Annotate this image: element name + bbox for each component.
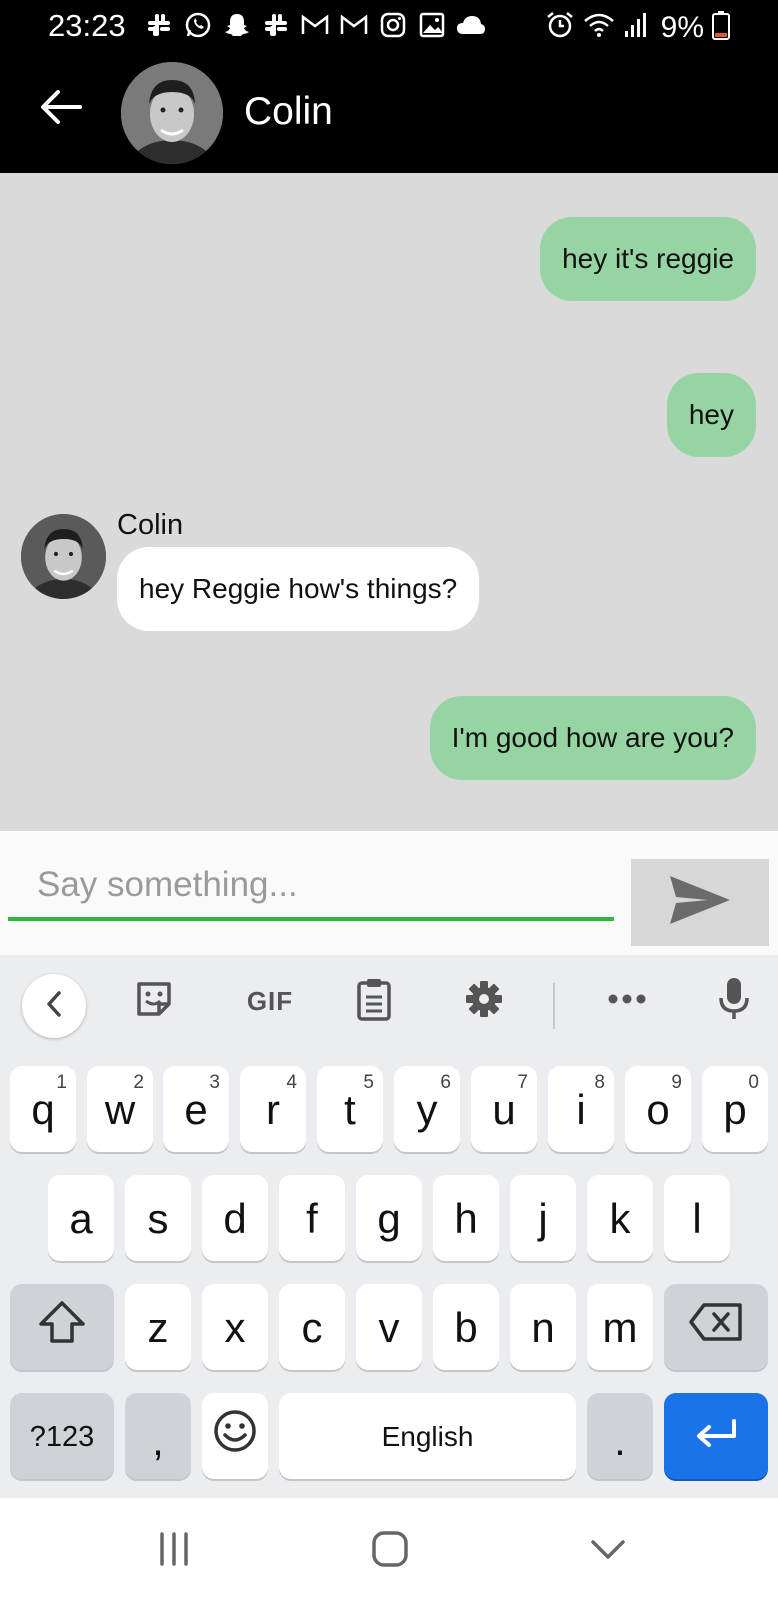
key-l[interactable]: l bbox=[664, 1175, 730, 1261]
clipboard-button[interactable] bbox=[342, 969, 406, 1033]
key-y[interactable]: y6 bbox=[394, 1066, 460, 1152]
key-q[interactable]: q1 bbox=[10, 1066, 76, 1152]
whatsapp-icon bbox=[183, 10, 213, 40]
enter-key[interactable] bbox=[664, 1393, 768, 1479]
keyboard-toolbar: GIF bbox=[0, 955, 778, 1053]
key-d[interactable]: d bbox=[202, 1175, 268, 1261]
gmail-icon bbox=[300, 10, 330, 40]
arrow-left-icon bbox=[40, 89, 82, 130]
alarm-icon bbox=[545, 10, 575, 45]
backspace-key[interactable] bbox=[664, 1284, 768, 1370]
sticker-icon bbox=[134, 979, 174, 1024]
symbols-key[interactable]: ?123 bbox=[10, 1393, 114, 1479]
back-button[interactable] bbox=[36, 84, 86, 134]
on-screen-keyboard: GIF q1 w2 e3 r4 t5 y6 u7 i8 o9 p 0 a s d… bbox=[0, 955, 778, 1498]
key-p[interactable]: p0 bbox=[702, 1066, 768, 1152]
gmail-icon bbox=[339, 10, 369, 40]
key-c[interactable]: c bbox=[279, 1284, 345, 1370]
backspace-icon bbox=[688, 1302, 744, 1352]
message-sender-name: Colin bbox=[117, 509, 184, 541]
wifi-icon bbox=[583, 11, 615, 44]
gif-button[interactable]: GIF bbox=[230, 969, 310, 1033]
key-j[interactable]: j bbox=[510, 1175, 576, 1261]
period-key[interactable]: . bbox=[587, 1393, 653, 1479]
key-s[interactable]: s bbox=[125, 1175, 191, 1261]
system-icons: 9% bbox=[545, 10, 730, 45]
shift-icon bbox=[37, 1300, 87, 1354]
notification-icons bbox=[144, 10, 486, 40]
comma-key[interactable]: , bbox=[125, 1393, 191, 1479]
chevron-left-icon bbox=[43, 989, 65, 1024]
enter-icon bbox=[692, 1412, 740, 1460]
key-v[interactable]: v bbox=[356, 1284, 422, 1370]
recent-apps-icon bbox=[154, 1531, 194, 1572]
key-o[interactable]: o9 bbox=[625, 1066, 691, 1152]
key-a[interactable]: a bbox=[48, 1175, 114, 1261]
key-e[interactable]: e3 bbox=[163, 1066, 229, 1152]
slack-icon bbox=[261, 10, 291, 40]
key-u[interactable]: u7 bbox=[471, 1066, 537, 1152]
signal-icon bbox=[623, 11, 649, 44]
battery-icon bbox=[712, 10, 730, 45]
shift-key[interactable] bbox=[10, 1284, 114, 1370]
key-z[interactable]: z bbox=[125, 1284, 191, 1370]
key-i[interactable]: i8 bbox=[548, 1066, 614, 1152]
message-composer bbox=[0, 831, 778, 955]
emoji-icon bbox=[213, 1409, 257, 1463]
keyboard-settings-button[interactable] bbox=[452, 969, 516, 1033]
toolbar-divider bbox=[553, 983, 555, 1029]
chat-header: Colin bbox=[0, 54, 778, 173]
cloud-icon bbox=[456, 10, 486, 40]
instagram-icon bbox=[378, 10, 408, 40]
sender-avatar[interactable] bbox=[21, 514, 106, 599]
message-bubble-incoming[interactable]: hey Reggie how's things? bbox=[117, 547, 480, 631]
home-icon bbox=[370, 1529, 410, 1574]
key-m[interactable]: m bbox=[587, 1284, 653, 1370]
key-b[interactable]: b bbox=[433, 1284, 499, 1370]
voice-input-button[interactable] bbox=[702, 969, 766, 1033]
microphone-icon bbox=[718, 976, 750, 1027]
more-icon bbox=[607, 992, 647, 1010]
emoji-key[interactable] bbox=[202, 1393, 268, 1479]
key-t[interactable]: t5 bbox=[317, 1066, 383, 1152]
key-g[interactable]: g bbox=[356, 1175, 422, 1261]
slack-icon bbox=[144, 10, 174, 40]
keyboard-collapse-button[interactable] bbox=[22, 974, 86, 1038]
message-input[interactable] bbox=[8, 853, 614, 921]
home-button[interactable] bbox=[360, 1528, 420, 1574]
key-r[interactable]: r4 bbox=[240, 1066, 306, 1152]
contact-name: Colin bbox=[244, 90, 333, 133]
key-x[interactable]: x bbox=[202, 1284, 268, 1370]
more-options-button[interactable] bbox=[592, 969, 662, 1033]
gear-icon bbox=[464, 979, 504, 1024]
avatar[interactable] bbox=[121, 62, 223, 164]
system-navigation-bar bbox=[0, 1498, 778, 1600]
key-n[interactable]: n bbox=[510, 1284, 576, 1370]
sticker-button[interactable] bbox=[122, 969, 186, 1033]
status-time: 23:23 bbox=[48, 8, 126, 43]
key-f[interactable]: f bbox=[279, 1175, 345, 1261]
space-key[interactable]: English bbox=[279, 1393, 576, 1479]
send-button[interactable] bbox=[631, 859, 769, 946]
gallery-icon bbox=[417, 10, 447, 40]
message-bubble-outgoing[interactable]: hey bbox=[666, 373, 756, 457]
chevron-down-icon bbox=[588, 1535, 628, 1568]
message-list: hey it's reggie hey Colin hey Reggie how… bbox=[0, 173, 778, 831]
message-bubble-outgoing[interactable]: hey it's reggie bbox=[540, 217, 756, 301]
status-bar: 23:23 9% bbox=[0, 0, 778, 54]
key-h[interactable]: h bbox=[433, 1175, 499, 1261]
back-nav-button[interactable] bbox=[578, 1528, 638, 1574]
clipboard-icon bbox=[356, 977, 392, 1026]
gif-icon: GIF bbox=[246, 985, 294, 1016]
snapchat-icon bbox=[222, 10, 252, 40]
key-w[interactable]: w2 bbox=[87, 1066, 153, 1152]
battery-percent: 9% bbox=[660, 10, 704, 44]
recent-apps-button[interactable] bbox=[144, 1528, 204, 1574]
message-bubble-outgoing[interactable]: I'm good how are you? bbox=[429, 696, 756, 780]
key-k[interactable]: k bbox=[587, 1175, 653, 1261]
send-icon bbox=[668, 874, 732, 931]
